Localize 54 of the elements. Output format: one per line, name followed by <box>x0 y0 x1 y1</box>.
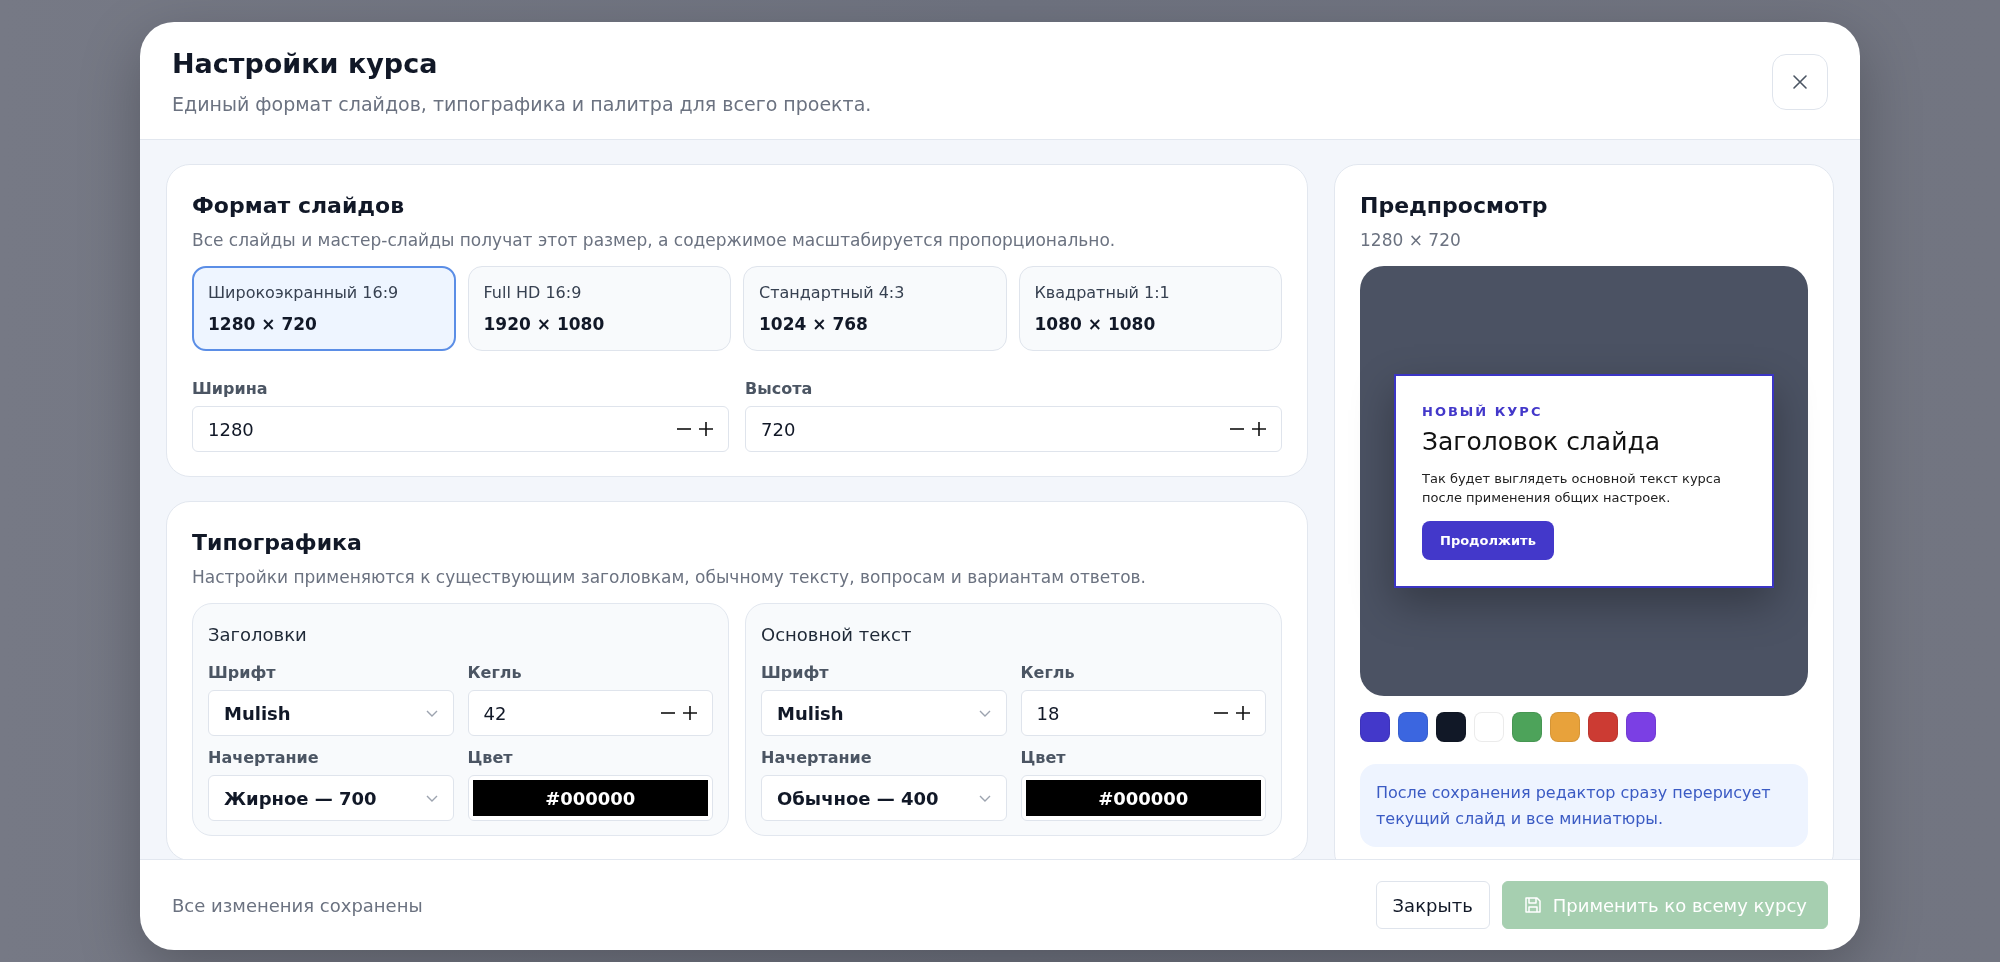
field-label: Шрифт <box>208 663 276 682</box>
slide-heading: Заголовок слайда <box>1422 426 1662 456</box>
plus-icon[interactable] <box>1235 705 1251 721</box>
weight-select[interactable]: Обычное — 400 <box>761 775 1007 821</box>
dialog-subtitle: Единый формат слайдов, типографика и палитра для всего проекта. <box>172 93 872 115</box>
color-picker[interactable]: #000000 <box>472 780 708 816</box>
field-label: Цвет <box>467 748 513 767</box>
slide-eyebrow: НОВЫЙ КУРС <box>1422 403 1544 419</box>
plus-icon[interactable] <box>682 705 698 721</box>
save-icon <box>1522 895 1543 915</box>
color-swatch[interactable] <box>1588 712 1618 742</box>
format-option[interactable]: Full HD 16:9 1920 × 1080 <box>467 266 731 351</box>
font-select[interactable]: Mulish <box>761 690 1007 736</box>
color-swatch[interactable] <box>1436 712 1466 742</box>
color-picker[interactable]: #000000 <box>1025 780 1261 816</box>
section-description: Настройки применяются к существующим заголовкам, обычному тексту, вопросам и вариантам ответов. <box>192 567 1147 587</box>
field-label: Кегль <box>1020 663 1075 682</box>
format-option[interactable]: Стандартный 4:3 1024 × 768 <box>743 266 1007 351</box>
number-input[interactable]: 42 <box>467 690 713 736</box>
dialog-title: Настройки курса <box>172 48 439 79</box>
color-swatch[interactable] <box>1360 712 1390 742</box>
plus-icon[interactable] <box>698 421 714 437</box>
section-title: Предпросмотр <box>1360 193 1549 218</box>
close-icon <box>1791 72 1809 91</box>
field-label: Шрифт <box>761 663 829 682</box>
number-input[interactable]: 720 <box>745 406 1282 452</box>
format-option[interactable]: Широкоэкранный 16:9 1280 × 720 <box>192 266 456 351</box>
info-note: После сохранения редактор сразу перерисует текущий слайд и все миниатюры. <box>1360 764 1808 848</box>
preview-size: 1280 × 720 <box>1360 230 1462 250</box>
color-swatch[interactable] <box>1512 712 1542 742</box>
number-input[interactable]: 18 <box>1020 690 1266 736</box>
close-dialog-button[interactable]: Закрыть <box>1375 881 1490 929</box>
format-option[interactable]: Квадратный 1:1 1080 × 1080 <box>1018 266 1282 351</box>
section-title: Типографика <box>192 530 363 555</box>
field-label: Цвет <box>1020 748 1066 767</box>
group-title: Заголовки <box>208 624 308 645</box>
field-label: Ширина <box>192 379 268 398</box>
slide-body-text: Так будет выглядеть основной текст курса после применения общих настроек. <box>1422 469 1722 507</box>
number-input[interactable]: 1280 <box>192 406 729 452</box>
field-label: Начертание <box>208 748 319 767</box>
weight-select[interactable]: Жирное — 700 <box>208 775 454 821</box>
field-label: Высота <box>745 379 813 398</box>
field-label: Начертание <box>761 748 872 767</box>
color-swatch[interactable] <box>1398 712 1428 742</box>
continue-button[interactable]: Продолжить <box>1422 521 1554 561</box>
color-swatch[interactable] <box>1550 712 1580 742</box>
plus-icon[interactable] <box>1251 421 1267 437</box>
save-status: Все изменения сохранены <box>172 894 423 916</box>
font-select[interactable]: Mulish <box>208 690 454 736</box>
color-swatch[interactable] <box>1626 712 1656 742</box>
section-description: Все слайды и мастер-слайды получат этот размер, а содержимое масштабируется пропорционально. <box>192 230 1117 250</box>
section-title: Формат слайдов <box>192 193 406 218</box>
field-label: Кегль <box>467 663 522 682</box>
group-title: Основной текст <box>761 624 913 645</box>
